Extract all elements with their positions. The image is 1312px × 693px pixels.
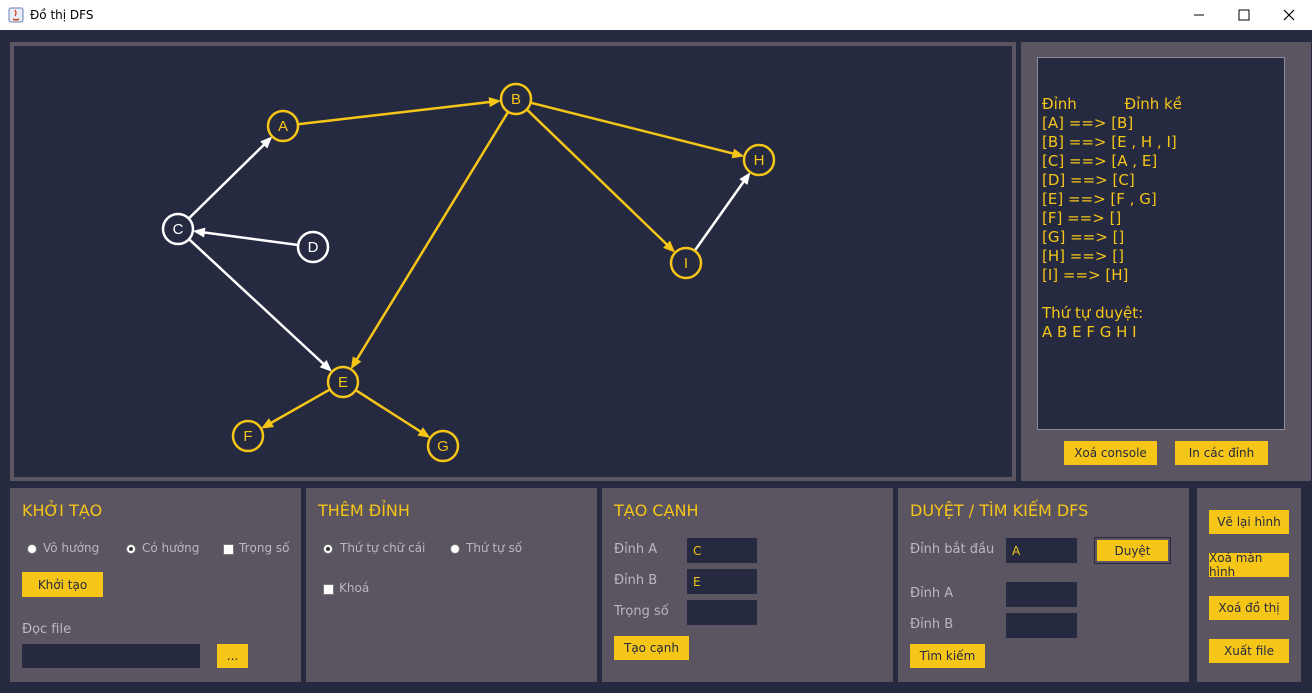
lock-checkbox[interactable]	[323, 584, 334, 595]
create-edge-button[interactable]: Tạo cạnh	[614, 636, 689, 660]
read-file-label: Đọc file	[22, 622, 72, 637]
console-line: [A] ==> [B]	[1042, 114, 1134, 132]
search-vertex-a-input[interactable]	[1006, 582, 1077, 607]
console-line: [E] ==> [F , G]	[1042, 190, 1157, 208]
console-line: [H] ==> []	[1042, 247, 1124, 265]
graph-node-D[interactable]: D	[296, 230, 330, 264]
close-button[interactable]	[1266, 0, 1312, 30]
graph-node-label: H	[754, 152, 765, 169]
graph-node-C[interactable]: C	[161, 212, 195, 246]
start-vertex-input[interactable]: A	[1006, 538, 1077, 563]
graph-node-I[interactable]: I	[669, 246, 703, 280]
edge-B-I	[525, 108, 676, 253]
edge-B-E	[350, 111, 510, 370]
console-line: [I] ==> [H]	[1042, 266, 1129, 284]
graph-node-label: G	[437, 438, 449, 455]
numeric-order-radio[interactable]	[450, 544, 460, 554]
edge-E-F	[261, 388, 331, 429]
minimize-button[interactable]	[1176, 0, 1222, 30]
undirected-radio[interactable]	[27, 544, 37, 554]
alphabetical-order-radio[interactable]	[323, 544, 333, 554]
search-vertex-b-label: Đỉnh B	[910, 617, 954, 632]
maximize-button[interactable]	[1221, 0, 1267, 30]
file-path-input[interactable]	[22, 644, 200, 668]
directed-radio[interactable]	[126, 544, 136, 554]
add-vertex-title: THÊM ĐỈNH	[318, 501, 410, 520]
start-vertex-label: Đỉnh bắt đầu	[910, 542, 995, 557]
edge-D-C	[192, 227, 299, 247]
graph-node-B[interactable]: B	[499, 82, 533, 116]
clear-graph-button[interactable]: Xoá đồ thị	[1209, 596, 1289, 620]
numeric-order-label: Thứ tự số	[466, 541, 523, 555]
java-app-icon	[8, 7, 24, 23]
console-line: [F] ==> []	[1042, 209, 1122, 227]
redraw-button[interactable]: Vẽ lại hình	[1209, 510, 1289, 534]
graph-node-F[interactable]: F	[231, 419, 265, 453]
search-vertex-b-input[interactable]	[1006, 613, 1077, 638]
graph-node-label: C	[173, 221, 184, 238]
graph-node-A[interactable]: A	[266, 109, 300, 143]
graph-node-E[interactable]: E	[326, 365, 360, 399]
console-output: Đỉnh Đỉnh kề [A] ==> [B] [B] ==> [E , H …	[1037, 57, 1285, 430]
export-file-button[interactable]: Xuất file	[1209, 639, 1289, 663]
edge-B-H	[530, 101, 745, 159]
graph-drawing[interactable]: A B C D E F G H I	[14, 46, 1012, 477]
weighted-label: Trọng số	[239, 541, 290, 555]
graph-node-label: B	[511, 91, 521, 108]
undirected-label: Vô hướng	[43, 541, 100, 555]
window-title: Đồ thị DFS	[30, 8, 94, 22]
weighted-checkbox[interactable]	[223, 544, 234, 555]
dfs-title: DUYỆT / TÌM KIẾM DFS	[910, 501, 1089, 520]
console-line: [B] ==> [E , H , I]	[1042, 133, 1177, 151]
console-line: [G] ==> []	[1042, 228, 1125, 246]
search-button[interactable]: Tìm kiếm	[910, 644, 985, 668]
console-line: [D] ==> [C]	[1042, 171, 1135, 189]
graph-node-G[interactable]: G	[426, 429, 460, 463]
title-bar: Đồ thị DFS	[0, 0, 1312, 30]
traverse-button[interactable]: Duyệt	[1094, 537, 1171, 564]
lock-label: Khoá	[339, 581, 370, 595]
traversal-order-label: Thứ tự duyệt:	[1042, 304, 1144, 322]
graph-canvas[interactable]: A B C D E F G H I	[10, 42, 1016, 481]
graph-node-label: D	[308, 239, 319, 256]
create-edge-title: TẠO CẠNH	[614, 501, 699, 520]
edge-weight-label: Trọng số	[614, 604, 669, 619]
graph-node-label: E	[338, 374, 348, 391]
graph-node-label: I	[684, 255, 688, 272]
graph-node-label: A	[278, 118, 288, 135]
traversal-order-result: A B E F G H I	[1042, 323, 1137, 341]
edge-vertex-b-label: Đỉnh B	[614, 573, 658, 588]
print-vertices-button[interactable]: In các đỉnh	[1175, 441, 1268, 465]
alphabetical-order-label: Thứ tự chữ cái	[340, 541, 426, 555]
edge-I-H	[693, 172, 751, 252]
edge-A-B	[297, 97, 502, 126]
clear-screen-button[interactable]: Xoá màn hình	[1209, 551, 1289, 579]
edge-vertex-b-input[interactable]: E	[687, 569, 757, 594]
console-line: [C] ==> [A , E]	[1042, 152, 1158, 170]
search-vertex-a-label: Đỉnh A	[910, 586, 954, 601]
directed-label: Có hướng	[142, 541, 200, 555]
browse-file-button[interactable]: ...	[217, 644, 248, 668]
console-header: Đỉnh Đỉnh kề	[1042, 95, 1182, 113]
graph-node-label: F	[243, 428, 252, 445]
edge-E-G	[354, 389, 431, 438]
edge-vertex-a-label: Đỉnh A	[614, 542, 658, 557]
init-button[interactable]: Khởi tạo	[22, 572, 103, 597]
graph-node-H[interactable]: H	[742, 143, 776, 177]
edge-C-A	[187, 136, 273, 220]
clear-console-button[interactable]: Xoá console	[1064, 441, 1157, 465]
init-title: KHỞI TẠO	[22, 501, 103, 520]
edge-vertex-a-input[interactable]: C	[687, 538, 757, 563]
edge-weight-input[interactable]	[687, 600, 757, 625]
